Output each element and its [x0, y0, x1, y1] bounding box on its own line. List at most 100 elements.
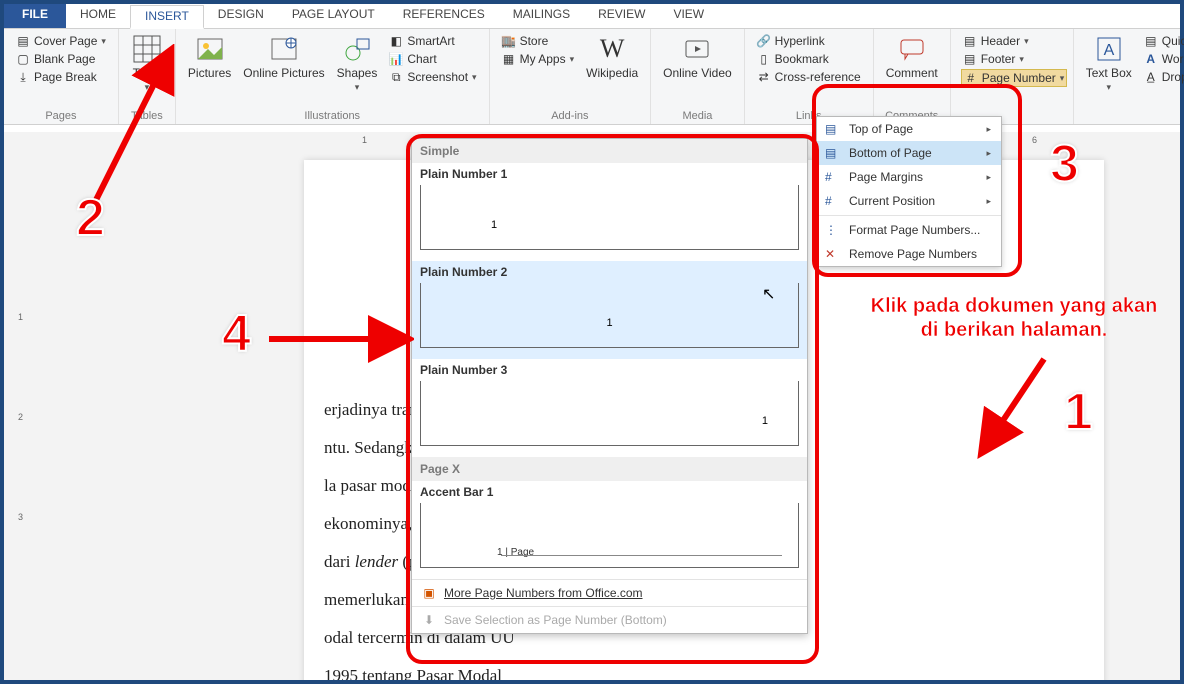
- tab-references[interactable]: REFERENCES: [389, 4, 499, 28]
- tab-design[interactable]: DESIGN: [204, 4, 278, 28]
- bookmark-button[interactable]: ▯Bookmark: [755, 51, 863, 67]
- gallery-option-plain3[interactable]: Plain Number 3 1: [412, 359, 807, 457]
- store-label: Store: [520, 34, 549, 48]
- blank-page-label: Blank Page: [34, 52, 95, 66]
- table-icon: [131, 33, 163, 65]
- wikipedia-button[interactable]: W Wikipedia: [580, 31, 644, 80]
- pn-remove[interactable]: ✕Remove Page Numbers: [817, 242, 1001, 266]
- page-number-button[interactable]: #Page Number: [961, 69, 1068, 87]
- pn-current-position[interactable]: #Current Position▸: [817, 189, 1001, 213]
- pn-page-margins[interactable]: #Page Margins▸: [817, 165, 1001, 189]
- gallery-more-office[interactable]: ▣ More Page Numbers from Office.com: [412, 579, 807, 606]
- shapes-button[interactable]: Shapes: [331, 31, 384, 93]
- tab-file[interactable]: FILE: [4, 4, 66, 28]
- page-break-label: Page Break: [34, 70, 97, 84]
- tab-mailings[interactable]: MAILINGS: [499, 4, 584, 28]
- tab-page-layout[interactable]: PAGE LAYOUT: [278, 4, 389, 28]
- store-button[interactable]: 🏬Store: [500, 33, 577, 49]
- online-pictures-button[interactable]: Online Pictures: [237, 31, 330, 80]
- doc-line: 1995 tentang Pasar Modal: [324, 658, 824, 680]
- page-break-icon: ⤓: [16, 70, 30, 84]
- myapps-button[interactable]: ▦My Apps: [500, 51, 577, 67]
- shapes-icon: [341, 33, 373, 65]
- blank-page-button[interactable]: ▢ Blank Page: [14, 51, 108, 67]
- cover-page-button[interactable]: ▤Cover Page: [14, 33, 108, 49]
- tab-review[interactable]: REVIEW: [584, 4, 659, 28]
- chart-button[interactable]: 📊Chart: [387, 51, 478, 67]
- textbox-button[interactable]: A Text Box: [1080, 31, 1138, 93]
- svg-text:A: A: [1103, 42, 1114, 59]
- cover-page-icon: ▤: [16, 34, 30, 48]
- menu-separator: [817, 215, 1001, 216]
- format-icon: ⋮: [825, 223, 841, 237]
- pn-top-of-page[interactable]: ▤Top of Page▸: [817, 117, 1001, 141]
- quickparts-label: Quick Parts: [1162, 34, 1184, 48]
- header-label: Header: [981, 34, 1020, 48]
- pn-format[interactable]: ⋮Format Page Numbers...: [817, 218, 1001, 242]
- smartart-icon: ◧: [389, 34, 403, 48]
- gallery-preview-1: 1: [420, 185, 799, 250]
- pn-bottom-of-page[interactable]: ▤Bottom of Page▸: [817, 141, 1001, 165]
- page-top-icon: ▤: [825, 122, 841, 136]
- table-button[interactable]: Table: [125, 31, 169, 93]
- shapes-label: Shapes: [337, 67, 378, 80]
- preview-number: 1: [762, 415, 768, 427]
- footer-label: Footer: [981, 52, 1016, 66]
- group-illustrations: Pictures Online Pictures Shapes ◧ SmartAr…: [176, 29, 490, 124]
- comment-label: Comment: [886, 67, 938, 80]
- quickparts-button[interactable]: ▤ Quick Parts: [1142, 33, 1184, 49]
- page-number-icon: #: [964, 71, 978, 85]
- wikipedia-label: Wikipedia: [586, 67, 638, 80]
- hyperlink-label: Hyperlink: [775, 34, 825, 48]
- ruler-tick: 6: [1032, 135, 1037, 145]
- gallery-category-simple: Simple: [412, 139, 807, 163]
- preview-number: 1: [606, 317, 612, 329]
- screenshot-icon: ⧉: [389, 70, 403, 84]
- crossref-icon: ⇄: [757, 70, 771, 84]
- dropcap-button[interactable]: A̲Drop Cap: [1142, 69, 1184, 85]
- header-button[interactable]: ▤Header: [961, 33, 1068, 49]
- smartart-label: SmartArt: [407, 34, 454, 48]
- vruler-tick: 1: [18, 312, 23, 322]
- gallery-option-plain2[interactable]: Plain Number 2 1: [412, 261, 807, 359]
- wordart-label: WordArt: [1162, 52, 1184, 66]
- tab-home[interactable]: HOME: [66, 4, 130, 28]
- smartart-button[interactable]: ◧ SmartArt: [387, 33, 478, 49]
- online-video-label: Online Video: [663, 67, 732, 80]
- gallery-preview-2: 1: [420, 283, 799, 348]
- crossref-button[interactable]: ⇄Cross-reference: [755, 69, 863, 85]
- gallery-option-accent1[interactable]: Accent Bar 1 1 | Page: [412, 481, 807, 579]
- gallery-option-plain1[interactable]: Plain Number 1 1: [412, 163, 807, 261]
- textbox-label: Text Box: [1086, 67, 1132, 80]
- pictures-button[interactable]: Pictures: [182, 31, 237, 80]
- comment-icon: [896, 33, 928, 65]
- blank-page-icon: ▢: [16, 52, 30, 66]
- preview-accent-text: 1 | Page: [497, 547, 538, 558]
- current-pos-icon: #: [825, 194, 841, 208]
- group-text: A Text Box ▤ Quick Parts A WordArt A̲Drop …: [1074, 29, 1184, 124]
- comment-button[interactable]: Comment: [880, 31, 944, 80]
- tab-insert[interactable]: INSERT: [130, 5, 204, 29]
- chart-label: Chart: [407, 52, 436, 66]
- save-sel-icon: ⬇: [422, 613, 436, 627]
- dropcap-label: Drop Cap: [1162, 70, 1184, 84]
- online-video-button[interactable]: Online Video: [657, 31, 738, 80]
- wordart-icon: A: [1144, 52, 1158, 66]
- group-pages-label: Pages: [10, 108, 112, 124]
- hyperlink-button[interactable]: 🔗Hyperlink: [755, 33, 863, 49]
- gallery-save-selection: ⬇ Save Selection as Page Number (Bottom): [412, 606, 807, 633]
- quickparts-icon: ▤: [1144, 34, 1158, 48]
- textbox-icon: A: [1093, 33, 1125, 65]
- page-bottom-icon: ▤: [825, 146, 841, 160]
- gallery-opt3-label: Plain Number 3: [412, 359, 807, 377]
- screenshot-button[interactable]: ⧉Screenshot: [387, 69, 478, 85]
- tab-view[interactable]: VIEW: [659, 4, 718, 28]
- footer-button[interactable]: ▤ Footer: [961, 51, 1068, 67]
- online-pictures-label: Online Pictures: [243, 67, 324, 80]
- footer-icon: ▤: [963, 52, 977, 66]
- group-comments: Comment Comments: [874, 29, 951, 124]
- preview-number: 1: [491, 219, 497, 231]
- page-break-button[interactable]: ⤓ Page Break: [14, 69, 108, 85]
- menu-bar: FILE HOME INSERT DESIGN PAGE LAYOUT REFE…: [4, 4, 1180, 29]
- wordart-button[interactable]: A WordArt: [1142, 51, 1184, 67]
